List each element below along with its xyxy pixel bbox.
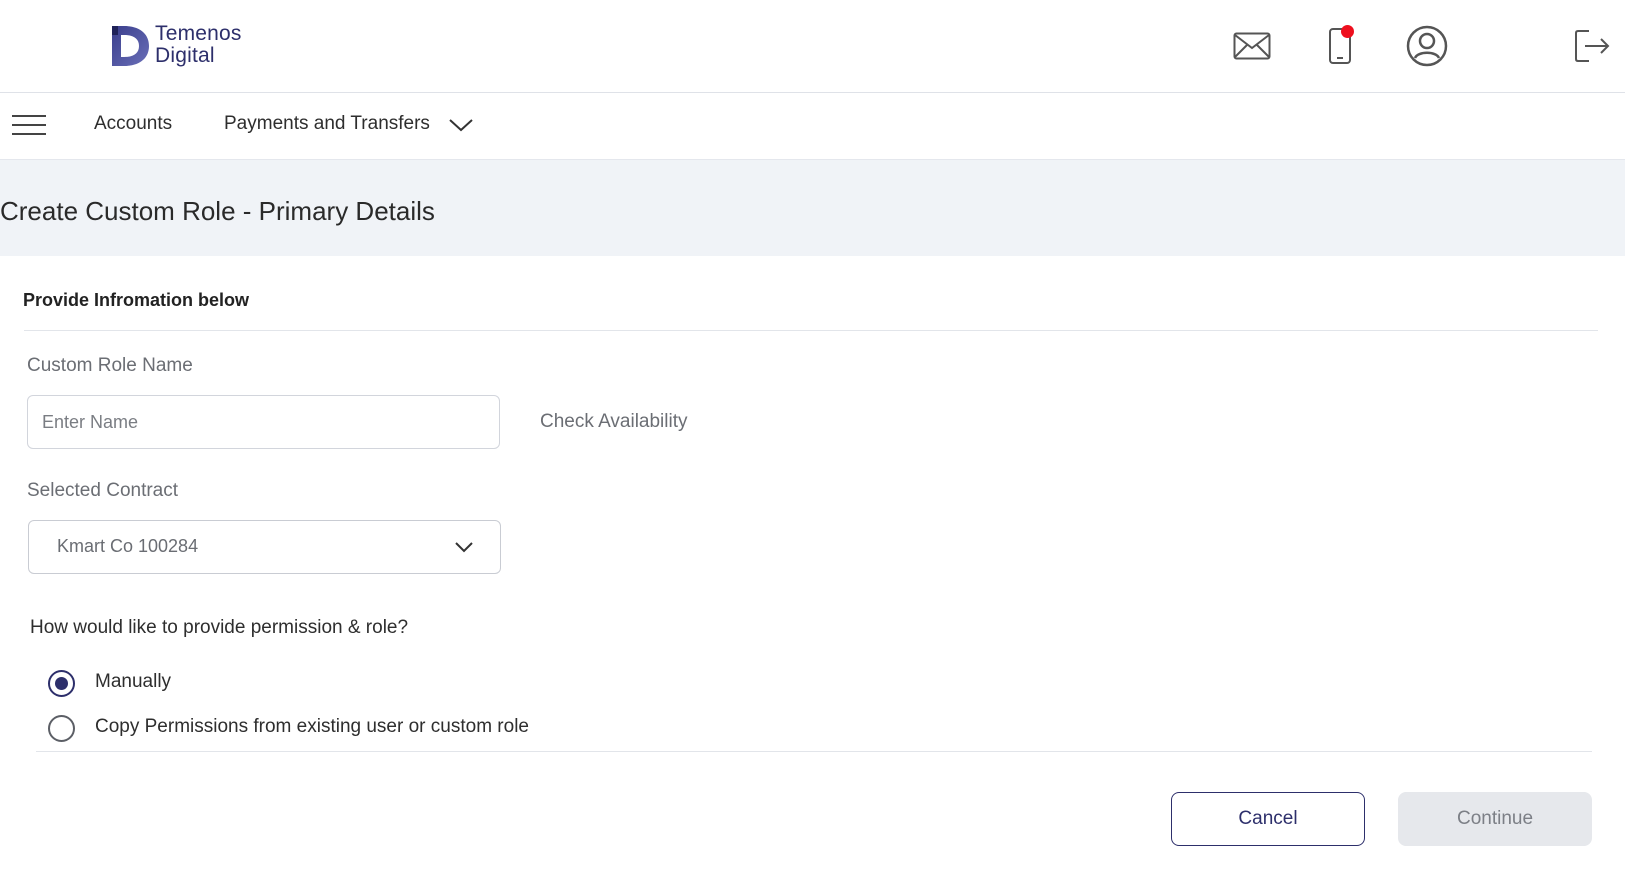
option-copy-permissions-label: Copy Permissions from existing user or c… [95, 716, 529, 737]
radio-copy-permissions[interactable] [48, 715, 75, 742]
heading-divider [24, 330, 1598, 331]
mail-button[interactable] [1228, 22, 1276, 70]
logout-icon [1575, 30, 1610, 62]
page-title-band: Create Custom Role - Primary Details [0, 160, 1625, 256]
chevron-down-icon[interactable] [448, 113, 474, 135]
card-heading: Provide Infromation below [23, 290, 250, 310]
mobile-notifications-button[interactable] [1316, 22, 1364, 70]
radio-manually[interactable] [48, 670, 75, 697]
nav-item-payments-and-transfers[interactable]: Payments and Transfers [224, 113, 430, 135]
custom-role-name-input[interactable] [27, 395, 500, 449]
logo-text: Temenos Digital [155, 23, 242, 67]
continue-button[interactable]: Continue [1398, 792, 1592, 846]
custom-role-name-label: Custom Role Name [27, 355, 193, 376]
logo-line-digital: Digital [155, 44, 215, 67]
app-header: Temenos Digital [0, 0, 1625, 93]
logo-mark-icon [112, 26, 149, 66]
option-manually-label: Manually [95, 671, 172, 692]
temenos-digital-logo[interactable]: Temenos Digital [110, 22, 242, 68]
main-navigation: Accounts Payments and Transfers [0, 93, 1625, 160]
permission-question: How would like to provide permission & r… [30, 617, 409, 638]
selected-contract-dropdown[interactable]: Kmart Co 100284 [28, 520, 501, 574]
user-profile-icon [1406, 25, 1448, 67]
cancel-button[interactable]: Cancel [1171, 792, 1365, 846]
logout-button[interactable] [1568, 22, 1616, 70]
nav-item-accounts[interactable]: Accounts [94, 113, 172, 135]
chevron-down-icon [455, 542, 473, 553]
mail-icon [1233, 32, 1271, 60]
selected-contract-value: Kmart Co 100284 [57, 536, 199, 556]
notification-dot-icon [1341, 25, 1354, 38]
selected-contract-label: Selected Contract [27, 480, 179, 501]
actions-divider [36, 751, 1592, 752]
primary-details-card: Provide Infromation below Custom Role Na… [0, 260, 1622, 886]
user-profile-button[interactable] [1403, 22, 1451, 70]
logo-line-temenos: Temenos [155, 22, 242, 45]
hamburger-menu-icon[interactable] [12, 115, 46, 137]
check-availability-link[interactable]: Check Availability [540, 411, 688, 433]
page-title: Create Custom Role - Primary Details [0, 196, 435, 226]
